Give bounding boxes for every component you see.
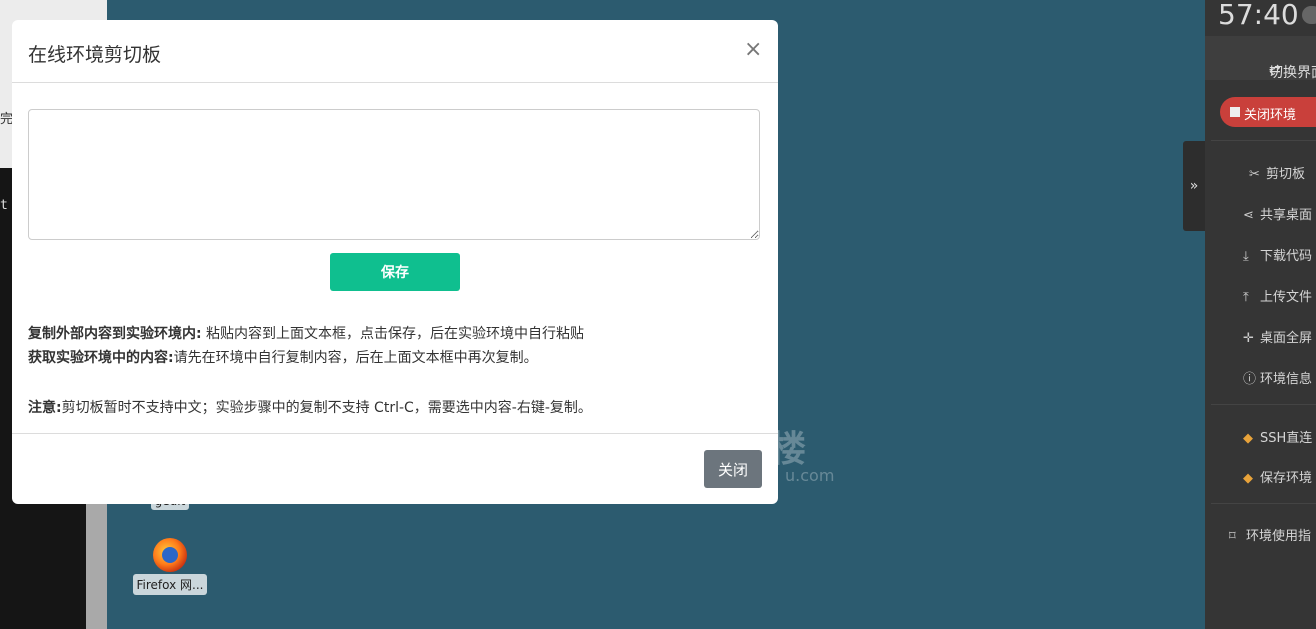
save-button[interactable]: 保存 (330, 253, 460, 291)
sidebar-item-label: 桌面全屏 (1260, 331, 1313, 346)
sidebar-item-label: 保存环境 (1260, 471, 1313, 486)
fullscreen-icon: ✛ (1243, 331, 1254, 346)
help-note-label: 注意: (28, 400, 62, 416)
help-copy-in-label: 复制外部内容到实验环境内: (28, 326, 202, 342)
sidebar-divider (1211, 503, 1316, 504)
switch-interface-button[interactable]: ⇄ 切换界面 (1205, 36, 1316, 81)
close-button[interactable]: 关闭 (704, 450, 762, 488)
help-copy-in-text: 粘贴内容到上面文本框，点击保存，后在实验环境中自行粘贴 (201, 326, 585, 342)
sidebar-item-clipboard[interactable]: ✂ 剪切板 (1249, 163, 1305, 182)
upload-icon: ⤒ (1243, 290, 1249, 305)
share-icon: ⋖ (1243, 208, 1254, 223)
gem-icon: ◆ (1243, 431, 1253, 446)
sidebar-item-label: 环境信息 (1260, 372, 1313, 387)
sidebar-item-save-env[interactable]: ◆ 保存环境 (1243, 467, 1312, 486)
sidebar-item-upload-file[interactable]: ⤒ 上传文件 (1243, 286, 1312, 305)
sidebar-item-label: 剪切板 (1266, 167, 1306, 182)
help-copy-in: 复制外部内容到实验环境内: 粘贴内容到上面文本框，点击保存，后在实验环境中自行粘… (28, 323, 584, 343)
help-note: 注意:剪切板暂时不支持中文；实验步骤中的复制不支持 Ctrl-C，需要选中内容-… (28, 397, 592, 417)
help-copy-out: 获取实验环境中的内容:请先在环境中自行复制内容，后在上面文本框中再次复制。 (28, 347, 538, 367)
dialog-title: 在线环境剪切板 (28, 44, 162, 66)
sidebar-item-label: 上传文件 (1260, 290, 1313, 305)
help-copy-out-text: 请先在环境中自行复制内容，后在上面文本框中再次复制。 (173, 350, 538, 366)
scissors-icon: ✂ (1249, 167, 1260, 182)
clipboard-dialog: 在线环境剪切板 × 保存 复制外部内容到实验环境内: 粘贴内容到上面文本框，点击… (12, 20, 778, 504)
sidebar-item-label: SSH直连 (1260, 431, 1313, 446)
timer-badge (1302, 6, 1316, 24)
dialog-footer-divider (12, 433, 778, 434)
help-note-text: 剪切板暂时不支持中文；实验步骤中的复制不支持 Ctrl-C，需要选中内容-右键-… (61, 400, 592, 416)
info-icon: ⓘ (1243, 372, 1257, 387)
sidebar-item-env-info[interactable]: ⓘ 环境信息 (1243, 368, 1312, 387)
sidebar-item-download-code[interactable]: ⤓ 下载代码 (1243, 245, 1312, 264)
sidebar-item-share-desktop[interactable]: ⋖ 共享桌面 (1243, 204, 1312, 223)
close-environment-button[interactable]: 关闭环境 (1220, 97, 1316, 127)
help-copy-out-label: 获取实验环境中的内容: (28, 350, 174, 366)
dialog-header: 在线环境剪切板 × (12, 20, 778, 83)
sidebar-item-ssh[interactable]: ◆ SSH直连 (1243, 427, 1312, 446)
sidebar-item-label: 共享桌面 (1260, 208, 1313, 223)
sidebar-item-fullscreen[interactable]: ✛ 桌面全屏 (1243, 327, 1312, 346)
countdown-timer: 57:40 (1218, 0, 1299, 31)
close-icon[interactable]: × (744, 37, 762, 62)
bookmark-icon: ⌑ (1229, 529, 1236, 544)
close-environment-label: 关闭环境 (1244, 108, 1297, 123)
sidebar-divider (1211, 404, 1316, 405)
gem-icon: ◆ (1243, 471, 1253, 486)
sidebar-divider (1211, 140, 1316, 141)
sidebar: 57:40 ⇄ 切换界面 关闭环境 ✂ 剪切板 ⋖ 共享桌面 ⤓ 下载代码 ⤒ 上传文件… (1205, 0, 1316, 629)
switch-interface-label: 切换界面 (1269, 65, 1316, 81)
clipboard-textarea[interactable] (28, 109, 760, 240)
sidebar-item-guide[interactable]: ⌑ 环境使用指 (1229, 525, 1311, 544)
stop-icon (1230, 107, 1240, 117)
sidebar-item-label: 环境使用指 (1246, 529, 1312, 544)
sidebar-item-label: 下载代码 (1260, 249, 1313, 264)
download-icon: ⤓ (1243, 249, 1249, 264)
